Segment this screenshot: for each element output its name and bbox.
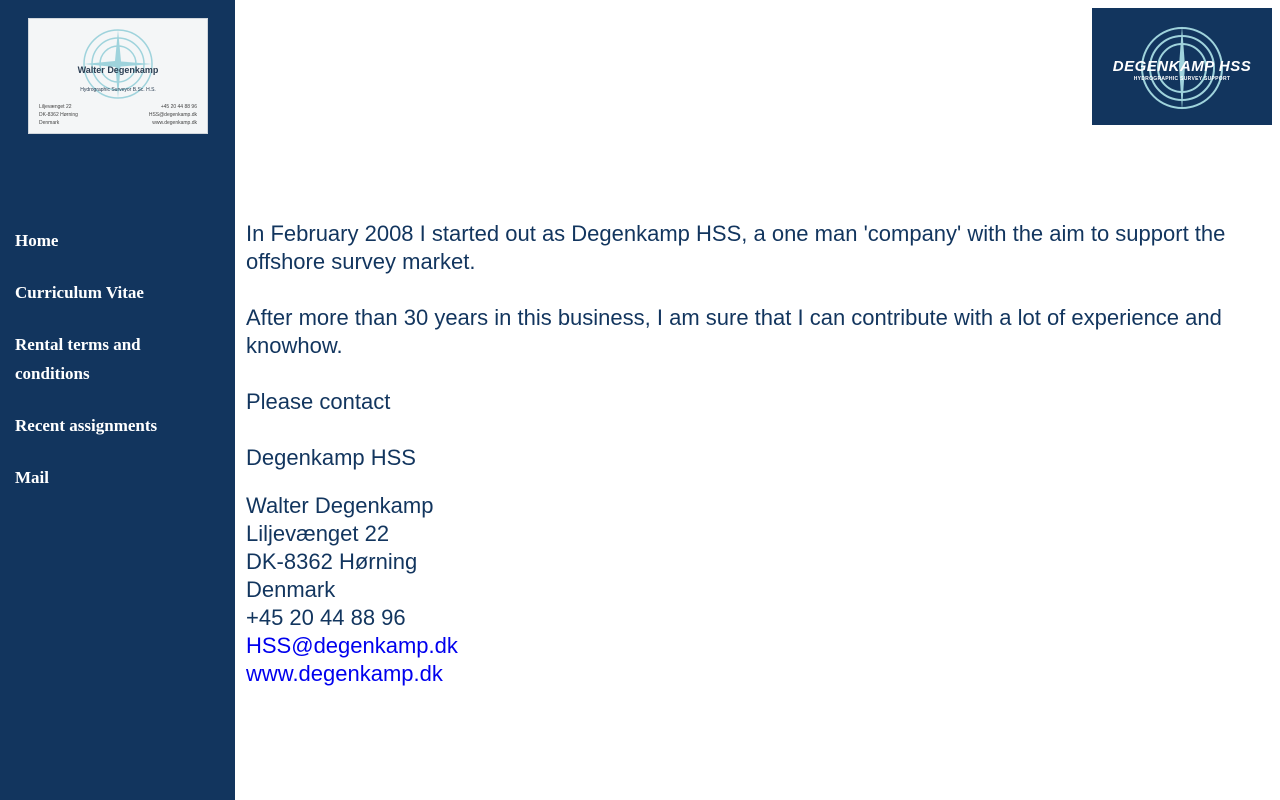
card-contact: +45 20 44 88 96 HSS@degenkamp.dk www.deg… [149,103,197,127]
degenkamp-logo: DEGENKAMP HSS HYDROGRAPHIC SURVEY SUPPOR… [1092,8,1272,125]
contact-name: Walter Degenkamp [246,493,434,518]
card-title: Hydrographic Surveyor B.Sc. H.S. [80,87,156,93]
sidebar: Walter Degenkamp Hydrographic Surveyor B… [0,0,235,800]
phone-number: +45 20 44 88 96 [246,605,406,630]
nav-item-mail[interactable]: Mail [15,463,215,492]
logo-subtitle: HYDROGRAPHIC SURVEY SUPPORT [1133,76,1231,82]
city-address: DK-8362 Hørning [246,549,418,574]
email-link[interactable]: HSS@degenkamp.dk [246,632,1271,660]
card-name: Walter Degenkamp [77,65,159,75]
contact-block: Walter Degenkamp Liljevænget 22 DK-8362 … [246,492,1271,688]
logo-text: DEGENKAMP HSS [1112,58,1252,75]
please-contact-text: Please contact [246,389,391,414]
intro-paragraph: In February 2008 I started out as Degenk… [246,221,1226,274]
card-contact-line: www.degenkamp.dk [152,120,197,126]
nav-item-rental-terms[interactable]: Rental terms and conditions [15,330,215,388]
business-card-image: Walter Degenkamp Hydrographic Surveyor B… [28,18,208,134]
experience-paragraph: After more than 30 years in this busines… [246,305,1222,358]
card-address-line: DK-8362 Hørning [39,112,78,118]
card-address: Liljevænget 22 DK-8362 Hørning Denmark [39,103,78,127]
main-content: In February 2008 I started out as Degenk… [246,220,1271,688]
company-name: Degenkamp HSS [246,445,416,470]
street-address: Liljevænget 22 [246,521,390,546]
nav-item-recent-assignments[interactable]: Recent assignments [15,411,215,440]
nav-item-home[interactable]: Home [15,226,215,255]
card-address-line: Liljevænget 22 [39,104,72,110]
country: Denmark [246,577,336,602]
card-address-line: Denmark [39,120,60,126]
nav-item-curriculum-vitae[interactable]: Curriculum Vitae [15,278,215,307]
card-contact-line: HSS@degenkamp.dk [148,112,197,118]
card-contact-line: +45 20 44 88 96 [160,104,197,110]
website-link[interactable]: www.degenkamp.dk [246,660,1271,688]
main-nav: Home Curriculum Vitae Rental terms and c… [15,226,215,515]
